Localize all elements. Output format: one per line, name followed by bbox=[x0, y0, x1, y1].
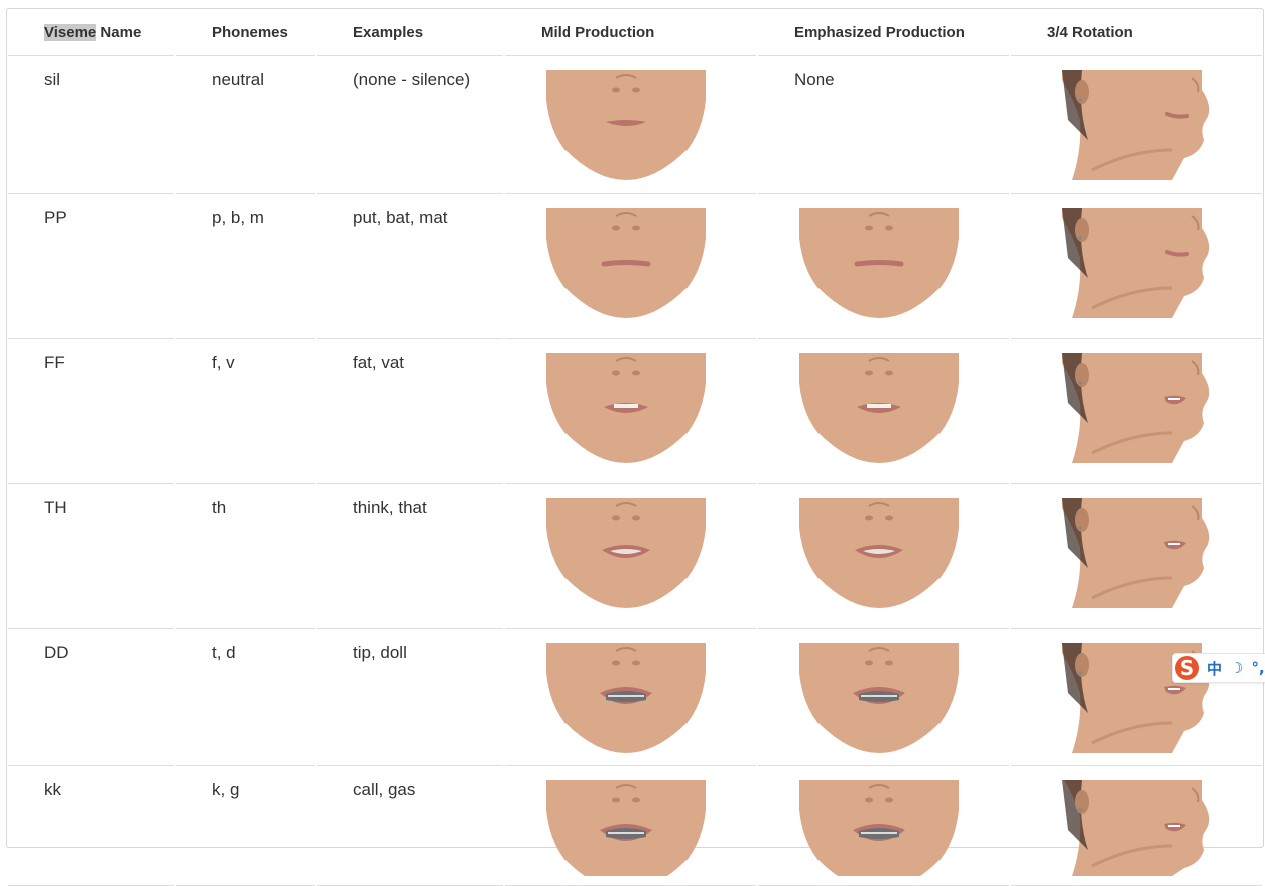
cell-emphasized-production bbox=[758, 339, 1009, 484]
header-mild-production: Mild Production bbox=[505, 9, 756, 56]
cell-rotation bbox=[1011, 194, 1262, 339]
cell-emphasized-production: None bbox=[758, 56, 1009, 194]
cell-examples: fat, vat bbox=[317, 339, 503, 484]
ime-language-toggle[interactable]: 中 bbox=[1207, 658, 1222, 679]
ime-logo-icon[interactable]: S bbox=[1175, 656, 1199, 680]
cell-mild-production bbox=[505, 194, 756, 339]
mild-production-image bbox=[545, 208, 716, 318]
mild-production-image bbox=[545, 70, 716, 180]
table-row: sil neutral (none - silence) None bbox=[8, 56, 1262, 194]
cell-examples: think, that bbox=[317, 484, 503, 629]
header-viseme-name: Viseme Name bbox=[8, 9, 174, 56]
cell-mild-production bbox=[505, 56, 756, 194]
cell-phonemes: neutral bbox=[176, 56, 315, 194]
table-row: FF f, v fat, vat bbox=[8, 339, 1262, 484]
rotation-image bbox=[1061, 498, 1209, 608]
rotation-image bbox=[1061, 353, 1209, 463]
header-rotation: 3/4 Rotation bbox=[1011, 9, 1262, 56]
rotation-image bbox=[1061, 780, 1209, 876]
viseme-table: Viseme Name Phonemes Examples Mild Produ… bbox=[6, 9, 1264, 886]
emphasized-production-image bbox=[798, 780, 969, 876]
header-emphasized-production: Emphasized Production bbox=[758, 9, 1009, 56]
cell-examples: (none - silence) bbox=[317, 56, 503, 194]
mild-production-image bbox=[545, 780, 716, 876]
mild-production-image bbox=[545, 353, 716, 463]
emphasized-production-image bbox=[798, 208, 969, 318]
moon-icon[interactable]: ☽ bbox=[1230, 659, 1243, 677]
cell-examples: call, gas bbox=[317, 766, 503, 886]
rotation-image bbox=[1061, 208, 1209, 318]
emphasized-production-image bbox=[798, 353, 969, 463]
header-viseme-highlight: Viseme bbox=[44, 23, 97, 41]
cell-phonemes: f, v bbox=[176, 339, 315, 484]
cell-mild-production bbox=[505, 629, 756, 766]
cell-viseme: sil bbox=[8, 56, 174, 194]
table-row: PP p, b, m put, bat, mat bbox=[8, 194, 1262, 339]
cell-viseme: PP bbox=[8, 194, 174, 339]
cell-rotation bbox=[1011, 339, 1262, 484]
mild-production-image bbox=[545, 498, 716, 608]
cell-phonemes: th bbox=[176, 484, 315, 629]
emphasized-production-image bbox=[798, 643, 969, 753]
header-examples: Examples bbox=[317, 9, 503, 56]
ime-toolbar[interactable]: S 中 ☽ °, bbox=[1172, 653, 1265, 683]
table-row: DD t, d tip, doll bbox=[8, 629, 1262, 766]
table-header-row: Viseme Name Phonemes Examples Mild Produ… bbox=[8, 9, 1262, 56]
cell-viseme: DD bbox=[8, 629, 174, 766]
header-phonemes: Phonemes bbox=[176, 9, 315, 56]
cell-mild-production bbox=[505, 766, 756, 886]
cell-emphasized-production bbox=[758, 484, 1009, 629]
cell-rotation bbox=[1011, 629, 1262, 766]
cell-examples: tip, doll bbox=[317, 629, 503, 766]
cell-emphasized-production bbox=[758, 766, 1009, 886]
cell-viseme: FF bbox=[8, 339, 174, 484]
cell-emphasized-production bbox=[758, 629, 1009, 766]
table-row: TH th think, that bbox=[8, 484, 1262, 629]
cell-mild-production bbox=[505, 339, 756, 484]
cell-mild-production bbox=[505, 484, 756, 629]
table-row: kk k, g call, gas bbox=[8, 766, 1262, 886]
cell-phonemes: p, b, m bbox=[176, 194, 315, 339]
cell-phonemes: k, g bbox=[176, 766, 315, 886]
cell-emphasized-production bbox=[758, 194, 1009, 339]
ime-punctuation-toggle[interactable]: °, bbox=[1251, 659, 1264, 677]
cell-rotation bbox=[1011, 484, 1262, 629]
header-viseme-suffix: Name bbox=[96, 23, 142, 41]
mild-production-image bbox=[545, 643, 716, 753]
rotation-image bbox=[1061, 70, 1209, 180]
emphasized-production-image bbox=[798, 498, 969, 608]
cell-viseme: kk bbox=[8, 766, 174, 886]
cell-phonemes: t, d bbox=[176, 629, 315, 766]
cell-rotation bbox=[1011, 56, 1262, 194]
cell-examples: put, bat, mat bbox=[317, 194, 503, 339]
cell-rotation bbox=[1011, 766, 1262, 886]
cell-viseme: TH bbox=[8, 484, 174, 629]
